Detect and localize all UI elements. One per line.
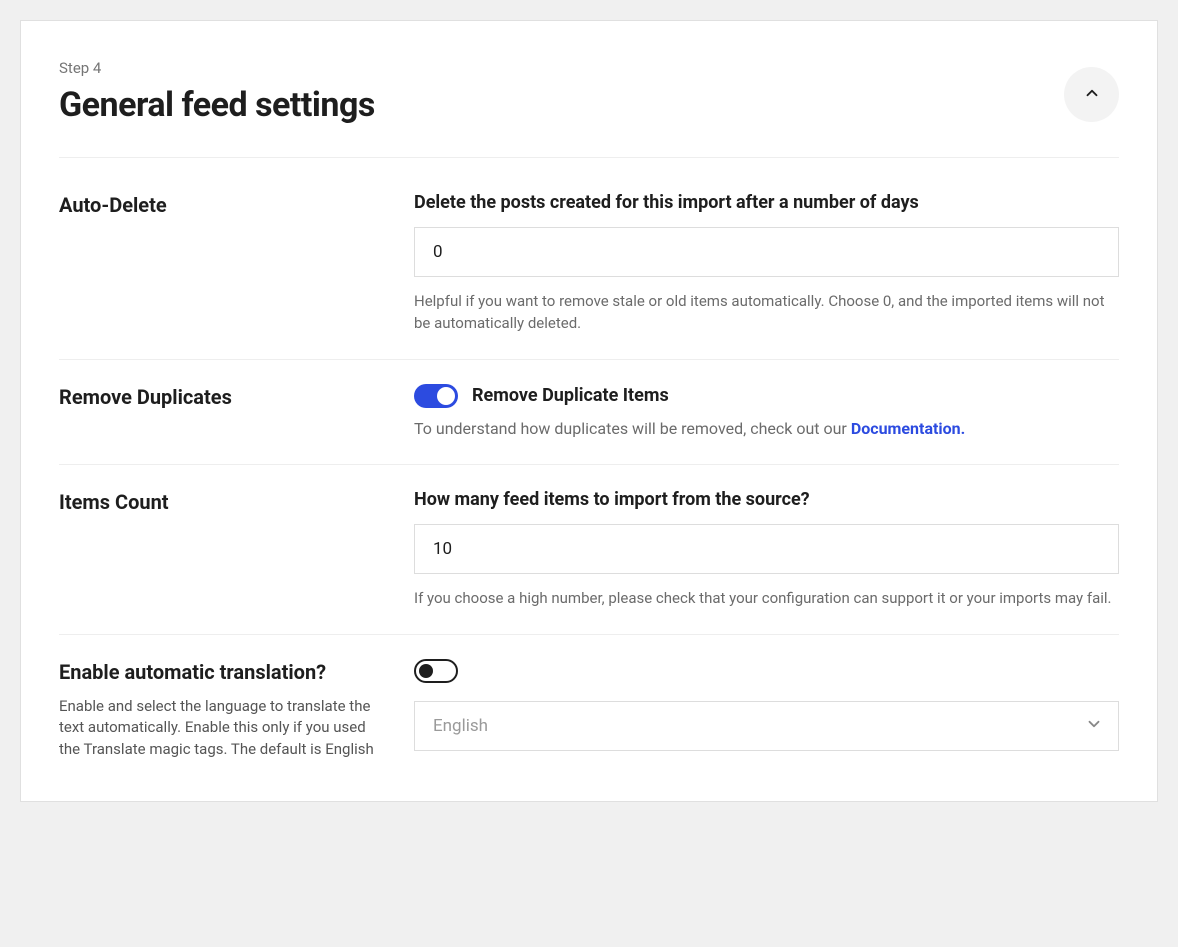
auto-delete-field-col: Delete the posts created for this import… bbox=[414, 192, 1119, 335]
translation-sublabel: Enable and select the language to transl… bbox=[59, 696, 384, 761]
translation-row: Enable automatic translation? Enable and… bbox=[59, 635, 1119, 771]
translation-toggle-wrap bbox=[414, 659, 1119, 683]
items-count-row: Items Count How many feed items to impor… bbox=[59, 465, 1119, 635]
auto-delete-help: Helpful if you want to remove stale or o… bbox=[414, 291, 1119, 335]
remove-duplicates-field-col: Remove Duplicate Items To understand how… bbox=[414, 384, 1119, 440]
language-select[interactable]: English bbox=[414, 701, 1119, 751]
items-count-field-col: How many feed items to import from the s… bbox=[414, 489, 1119, 610]
language-select-wrap: English bbox=[414, 701, 1119, 751]
toggle-knob bbox=[419, 664, 433, 678]
remove-duplicates-toggle-label: Remove Duplicate Items bbox=[472, 385, 669, 406]
items-count-label: Items Count bbox=[59, 489, 384, 516]
page-title: General feed settings bbox=[59, 85, 375, 125]
translation-label: Enable automatic translation? bbox=[59, 659, 384, 686]
step-label: Step 4 bbox=[59, 59, 375, 77]
remove-duplicates-row: Remove Duplicates Remove Duplicate Items… bbox=[59, 360, 1119, 465]
remove-duplicates-label-col: Remove Duplicates bbox=[59, 384, 414, 440]
remove-duplicates-help-prefix: To understand how duplicates will be rem… bbox=[414, 419, 851, 438]
auto-delete-label: Auto-Delete bbox=[59, 192, 384, 219]
header-text-block: Step 4 General feed settings bbox=[59, 59, 375, 125]
items-count-help: If you choose a high number, please chec… bbox=[414, 588, 1119, 610]
collapse-button[interactable] bbox=[1064, 67, 1119, 122]
items-count-label-col: Items Count bbox=[59, 489, 414, 610]
section-header: Step 4 General feed settings bbox=[59, 59, 1119, 158]
remove-duplicates-toggle-row: Remove Duplicate Items bbox=[414, 384, 1119, 408]
chevron-up-icon bbox=[1083, 84, 1101, 105]
toggle-knob bbox=[437, 387, 455, 405]
translation-label-col: Enable automatic translation? Enable and… bbox=[59, 659, 414, 761]
auto-delete-input[interactable] bbox=[414, 227, 1119, 277]
auto-delete-heading: Delete the posts created for this import… bbox=[414, 192, 1119, 213]
items-count-heading: How many feed items to import from the s… bbox=[414, 489, 1119, 510]
documentation-link[interactable]: Documentation. bbox=[851, 419, 965, 438]
remove-duplicates-help: To understand how duplicates will be rem… bbox=[414, 418, 1119, 440]
translation-toggle[interactable] bbox=[414, 659, 458, 683]
remove-duplicates-toggle[interactable] bbox=[414, 384, 458, 408]
translation-field-col: English bbox=[414, 659, 1119, 761]
remove-duplicates-label: Remove Duplicates bbox=[59, 384, 384, 411]
auto-delete-label-col: Auto-Delete bbox=[59, 192, 414, 335]
auto-delete-row: Auto-Delete Delete the posts created for… bbox=[59, 186, 1119, 360]
settings-card: Step 4 General feed settings Auto-Delete… bbox=[20, 20, 1158, 802]
items-count-input[interactable] bbox=[414, 524, 1119, 574]
